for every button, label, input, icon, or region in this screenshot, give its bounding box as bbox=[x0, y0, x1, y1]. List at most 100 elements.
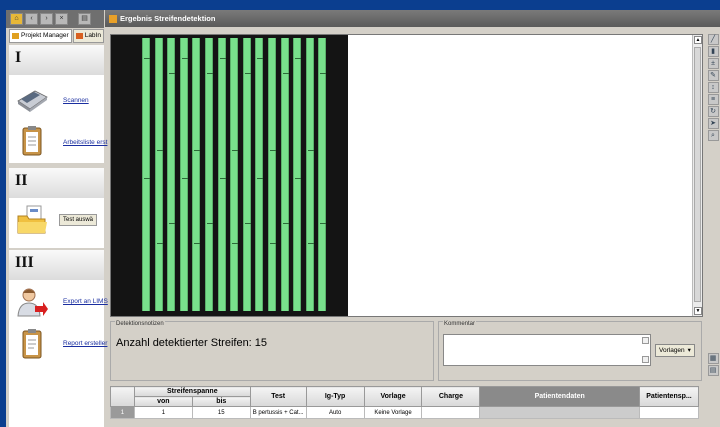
detected-strip[interactable] bbox=[242, 38, 251, 311]
detected-strip[interactable] bbox=[142, 38, 150, 311]
cell-test[interactable]: B pertussis + Cat... bbox=[249, 406, 307, 419]
table-row[interactable]: 1 1 15 B pertussis + Cat... Auto Keine V… bbox=[110, 406, 700, 419]
pointer-icon[interactable]: ➤ bbox=[707, 118, 719, 129]
labin-tab-icon bbox=[75, 33, 83, 39]
tool-test-auswahl[interactable]: Test auswä bbox=[15, 204, 98, 236]
tool-report[interactable]: Report ersteller bbox=[15, 328, 107, 360]
forward-icon[interactable]: › bbox=[40, 13, 53, 25]
zoom-icon[interactable]: ⌕ bbox=[707, 130, 719, 141]
detected-strip[interactable] bbox=[230, 38, 239, 311]
column-header-charge[interactable]: Charge bbox=[421, 386, 481, 407]
column-header-patientendaten[interactable]: Patientendaten bbox=[479, 386, 640, 407]
image-vertical-scrollbar[interactable]: ▲ ▼ bbox=[692, 35, 702, 316]
folder-tab-icon bbox=[12, 33, 19, 39]
print-icon[interactable]: ▤ bbox=[78, 13, 91, 25]
detected-strip[interactable] bbox=[205, 38, 213, 311]
align-icon[interactable]: ≡ bbox=[707, 94, 719, 105]
window-title: Ergebnis Streifendetektion bbox=[120, 14, 216, 23]
detected-strip[interactable] bbox=[268, 38, 276, 311]
scroll-thumb[interactable] bbox=[694, 47, 701, 302]
close-icon[interactable]: × bbox=[55, 13, 68, 25]
comment-scroll-up[interactable] bbox=[642, 337, 649, 344]
right-toolbar: ╱ ▮ ± ✎ ↕ ≡ ↻ ➤ ⌕ ▦ ▤ bbox=[706, 34, 720, 427]
section-2: II Test auswä bbox=[9, 168, 104, 248]
cell-von[interactable]: 1 bbox=[133, 406, 193, 419]
left-tabs: Projekt Manager LabIn bbox=[6, 29, 104, 43]
section-3: III Export an LIMS Report ersteller bbox=[9, 250, 108, 427]
image-viewer[interactable]: ▲ ▼ bbox=[110, 34, 703, 317]
scanned-strips-image[interactable] bbox=[111, 35, 348, 316]
tool-label[interactable]: Export an LIMS bbox=[63, 298, 108, 305]
cell-bis[interactable]: 15 bbox=[191, 406, 251, 419]
column-header-vorlage[interactable]: Vorlage bbox=[363, 386, 423, 407]
table-edit-icon[interactable]: ▤ bbox=[707, 365, 719, 376]
tool-label[interactable]: Arbeitsliste erst bbox=[63, 139, 107, 146]
tool-export-lims[interactable]: Export an LIMS bbox=[15, 286, 108, 318]
workflow-panel: ⌂ ‹ › × ▤ Projekt Manager LabIn I Scanne… bbox=[6, 10, 108, 427]
comment-panel: Kommentar Vorlagen ▾ bbox=[438, 321, 702, 381]
detected-strip[interactable] bbox=[280, 38, 289, 311]
clipboard-icon bbox=[15, 125, 49, 157]
detected-strip[interactable] bbox=[293, 38, 302, 311]
cell-ig-typ[interactable]: Auto bbox=[305, 406, 365, 419]
user-export-icon bbox=[15, 286, 49, 318]
section-1: I Scannen Arbeitsliste erst bbox=[9, 45, 107, 163]
detected-strip[interactable] bbox=[318, 38, 327, 311]
scanner-icon bbox=[15, 83, 49, 115]
detected-strip[interactable] bbox=[154, 38, 163, 311]
strip-add-icon[interactable]: ± bbox=[707, 58, 719, 69]
cell-patientendaten[interactable] bbox=[479, 406, 640, 419]
row-header-corner bbox=[110, 386, 135, 407]
detected-strips-count: Anzahl detektierter Streifen: 15 bbox=[116, 337, 268, 349]
tool-scannen[interactable]: Scannen bbox=[15, 83, 89, 115]
report-clipboard-icon bbox=[15, 328, 49, 360]
tool-label[interactable]: Report ersteller bbox=[63, 340, 107, 347]
scroll-up-arrow[interactable]: ▲ bbox=[694, 36, 702, 44]
comment-input[interactable] bbox=[443, 334, 651, 366]
chevron-down-icon: ▾ bbox=[687, 347, 691, 354]
left-toolbar: ⌂ ‹ › × ▤ bbox=[6, 10, 104, 28]
scroll-down-arrow[interactable]: ▼ bbox=[694, 307, 702, 315]
section-numeral: I bbox=[9, 45, 104, 75]
group-label: Kommentar bbox=[443, 321, 477, 327]
test-auswahl-button[interactable]: Test auswä bbox=[59, 214, 98, 226]
strip-edit-icon[interactable]: ✎ bbox=[707, 70, 719, 81]
back-icon[interactable]: ‹ bbox=[25, 13, 38, 25]
window-title-bar: Ergebnis Streifendetektion bbox=[105, 10, 720, 27]
strip-assignment-table: Streifenspanne Test Ig-Typ Vorlage Charg… bbox=[110, 386, 700, 419]
cell-patientensp[interactable] bbox=[638, 406, 700, 419]
tool-label[interactable]: Scannen bbox=[63, 97, 89, 104]
home-icon[interactable]: ⌂ bbox=[10, 13, 23, 25]
cell-vorlage[interactable]: Keine Vorlage bbox=[363, 406, 423, 419]
cell-charge[interactable] bbox=[421, 406, 481, 419]
tool-arbeitsliste[interactable]: Arbeitsliste erst bbox=[15, 125, 107, 157]
window-icon bbox=[109, 14, 117, 23]
templates-dropdown[interactable]: Vorlagen ▾ bbox=[655, 344, 695, 357]
strip-icon[interactable]: ▮ bbox=[707, 46, 719, 57]
draw-line-icon[interactable]: ╱ bbox=[707, 34, 719, 45]
folder-icon bbox=[15, 204, 49, 236]
rotate-icon[interactable]: ↻ bbox=[707, 106, 719, 117]
detected-strip[interactable] bbox=[217, 38, 226, 311]
comment-scroll-down[interactable] bbox=[642, 356, 649, 363]
detected-strip[interactable] bbox=[167, 38, 176, 311]
column-header-patientensp[interactable]: Patientensp... bbox=[638, 386, 700, 407]
detection-notes-panel: Detektionsnotizen Anzahl detektierter St… bbox=[110, 321, 434, 381]
table-tool-icon[interactable]: ▦ bbox=[707, 353, 719, 364]
detected-strip[interactable] bbox=[179, 38, 188, 311]
column-header-von[interactable]: von bbox=[133, 396, 193, 407]
row-number[interactable]: 1 bbox=[110, 406, 135, 419]
detected-strip[interactable] bbox=[192, 38, 201, 311]
section-numeral: III bbox=[9, 250, 104, 280]
column-header-streifenspanne: Streifenspanne bbox=[133, 386, 251, 397]
column-header-bis[interactable]: bis bbox=[191, 396, 251, 407]
result-window: Ergebnis Streifendetektion ▲ ▼ ╱ ▮ ± ✎ ↕… bbox=[105, 10, 720, 427]
move-icon[interactable]: ↕ bbox=[707, 82, 719, 93]
detected-strip[interactable] bbox=[255, 38, 264, 311]
tab-projekt-manager[interactable]: Projekt Manager bbox=[9, 29, 72, 43]
tab-labin[interactable]: LabIn bbox=[72, 29, 104, 43]
section-numeral: II bbox=[9, 168, 104, 198]
detected-strip[interactable] bbox=[305, 38, 314, 311]
column-header-test[interactable]: Test bbox=[249, 386, 307, 407]
column-header-ig-typ[interactable]: Ig-Typ bbox=[305, 386, 365, 407]
